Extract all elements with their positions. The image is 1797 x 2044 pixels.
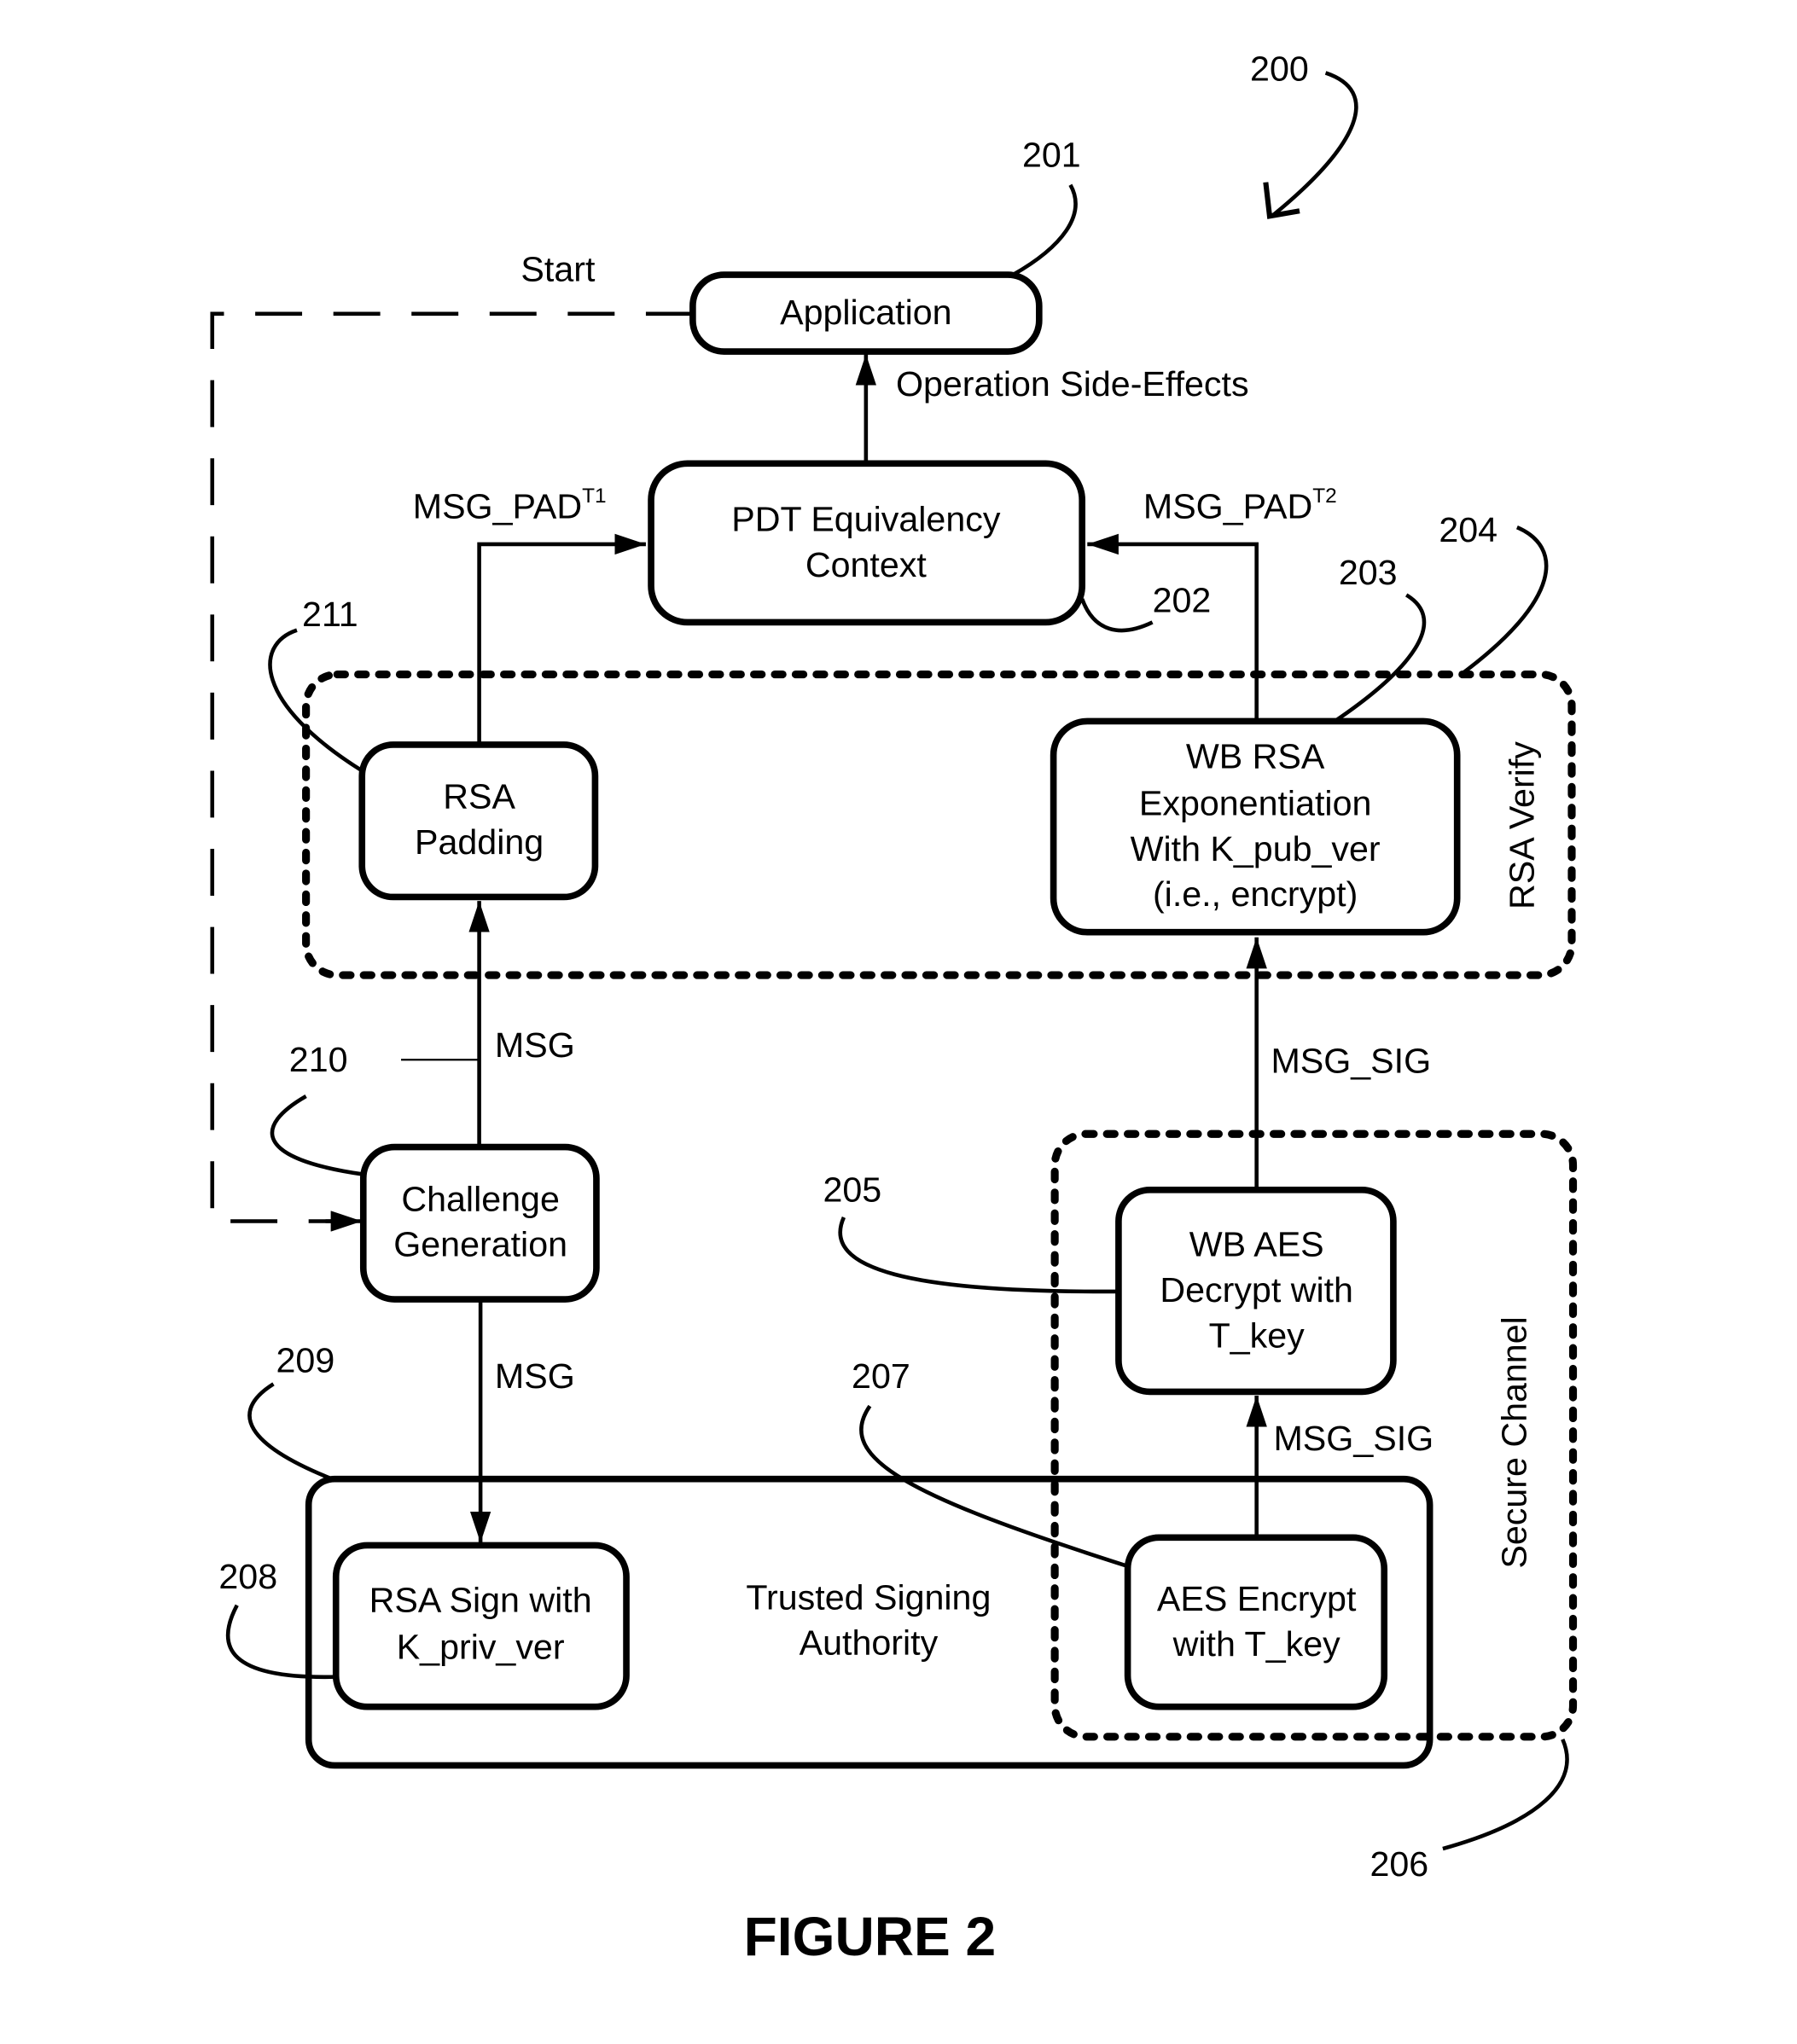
figure-caption: FIGURE 2	[744, 1906, 997, 1967]
ref-209: 209	[276, 1341, 335, 1380]
ref-200: 200	[1250, 49, 1309, 89]
trusted-signing-line-2: Authority	[800, 1623, 939, 1663]
figure-2-diagram: 200 Start Application 201 Operation Side…	[210, 49, 1578, 1967]
pdt-context-line-2: Context	[805, 545, 928, 584]
rsa-sign-line-1: RSA Sign with	[369, 1580, 592, 1619]
node-rsa-padding[interactable]: RSA Padding	[358, 741, 599, 901]
msg-pad-t2-sup: T2	[1312, 485, 1336, 508]
application-label: Application	[780, 293, 952, 332]
node-aes-encrypt[interactable]: AES Encrypt with T_key	[1124, 1534, 1388, 1710]
ref-211-leader	[268, 628, 363, 773]
ref-201-leader	[1012, 183, 1078, 277]
msg-pad-t1-base: MSG_PAD	[413, 486, 582, 526]
msg-pad-t1-label: MSG_PADT1	[413, 485, 607, 526]
node-challenge-generation[interactable]: Challenge Generation	[359, 1143, 600, 1303]
challenge-generation-line-1: Challenge	[401, 1179, 560, 1218]
msg-pad-t1-sup: T1	[582, 485, 606, 508]
pdt-context-box	[648, 460, 1085, 626]
start-label: Start	[520, 250, 596, 289]
ref-211: 211	[302, 595, 358, 634]
ref-200-arrow	[1272, 71, 1358, 217]
ref-205: 205	[823, 1170, 881, 1210]
challenge-generation-box	[359, 1143, 600, 1303]
ref-208-leader	[225, 1604, 336, 1679]
rsa-verify-label: RSA Verify	[1503, 741, 1542, 909]
aes-encrypt-line-1: AES Encrypt	[1157, 1579, 1357, 1618]
challenge-generation-line-2: Generation	[393, 1225, 567, 1264]
ref-201: 201	[1022, 135, 1081, 174]
ref-202: 202	[1153, 580, 1212, 619]
ref-204-leader	[1459, 525, 1549, 676]
ref-206-leader	[1442, 1738, 1569, 1851]
ref-207: 207	[852, 1356, 910, 1396]
node-application[interactable]: Application	[689, 271, 1043, 355]
msg-sig-lower-label: MSG_SIG	[1274, 1419, 1434, 1458]
aes-encrypt-box	[1124, 1534, 1388, 1710]
wb-aes-line-2: Decrypt with	[1160, 1270, 1353, 1309]
wb-rsa-line-1: WB RSA	[1186, 736, 1325, 775]
ref-208: 208	[218, 1557, 277, 1596]
secure-channel-label: Secure Channel	[1495, 1316, 1534, 1568]
msg-pad-t2-base: MSG_PAD	[1143, 486, 1312, 526]
rsa-sign-line-2: K_priv_ver	[397, 1627, 565, 1666]
msg-sig-upper-label: MSG_SIG	[1271, 1042, 1431, 1081]
ref-202-leader	[1080, 598, 1154, 633]
rsa-padding-box	[358, 741, 599, 901]
msg-pad-t1-arrow	[477, 533, 646, 742]
node-wb-aes[interactable]: WB AES Decrypt with T_key	[1115, 1187, 1397, 1396]
aes-encrypt-line-2: with T_key	[1172, 1624, 1341, 1664]
ref-205-leader	[838, 1216, 1119, 1294]
wb-rsa-line-3: With K_pub_ver	[1131, 829, 1381, 868]
node-rsa-sign[interactable]: RSA Sign with K_priv_ver	[332, 1542, 630, 1710]
wb-aes-line-1: WB AES	[1189, 1225, 1324, 1264]
rsa-padding-line-1: RSA	[443, 777, 515, 816]
ref-203-leader	[1333, 593, 1427, 723]
pdt-context-line-1: PDT Equivalency	[731, 500, 1001, 539]
ref-209-leader	[247, 1382, 334, 1481]
msg-pad-t2-arrow	[1087, 533, 1259, 720]
ref-210: 210	[289, 1040, 348, 1079]
wb-rsa-line-4: (i.e., encrypt)	[1153, 874, 1358, 914]
ref-206: 206	[1370, 1844, 1428, 1884]
wb-aes-line-3: T_key	[1209, 1316, 1306, 1356]
side-effects-label: Operation Side-Effects	[896, 364, 1249, 404]
trusted-signing-line-1: Trusted Signing	[746, 1577, 991, 1617]
ref-204: 204	[1439, 510, 1498, 549]
wb-rsa-line-2: Exponentiation	[1139, 783, 1372, 822]
rsa-padding-line-2: Padding	[415, 822, 544, 862]
node-pdt-context[interactable]: PDT Equivalency Context	[648, 460, 1085, 626]
ref-203: 203	[1339, 553, 1398, 592]
ref-207-leader	[859, 1404, 1129, 1569]
rsa-sign-box	[332, 1542, 630, 1710]
msg-pad-t2-label: MSG_PADT2	[1143, 485, 1337, 526]
msg-up-label: MSG	[495, 1025, 575, 1065]
ref-210-leader	[270, 1095, 364, 1176]
node-wb-rsa[interactable]: WB RSA Exponentiation With K_pub_ver (i.…	[1050, 717, 1461, 936]
msg-down-label: MSG	[495, 1356, 575, 1396]
